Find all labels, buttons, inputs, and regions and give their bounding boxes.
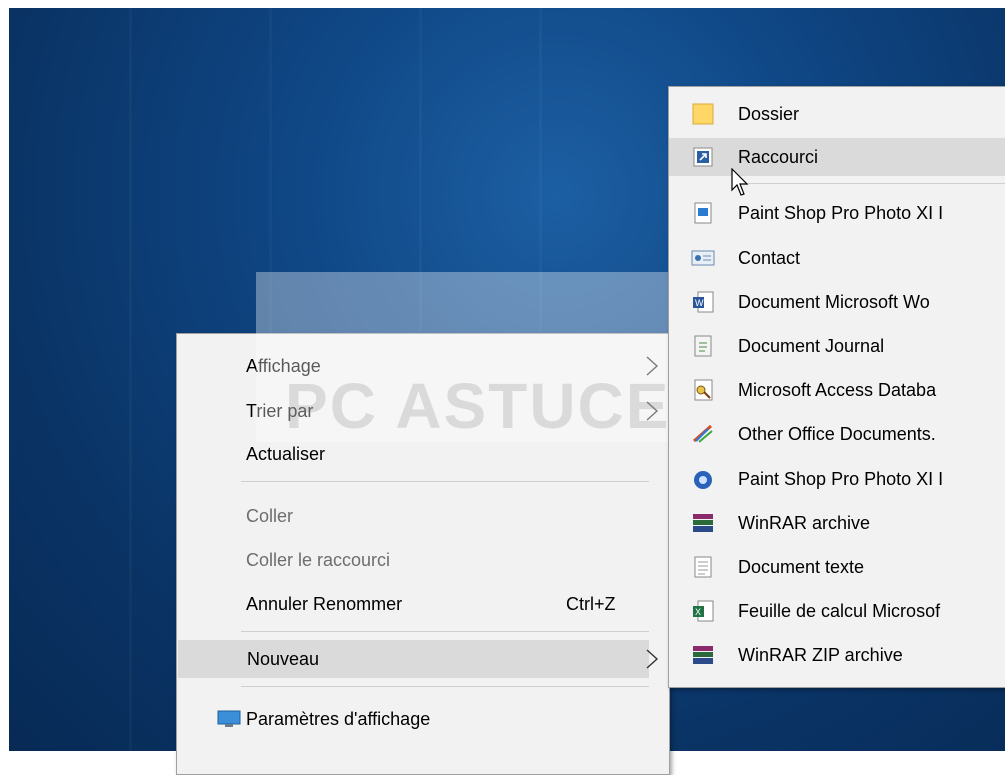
menu-item-label: Actualiser <box>246 443 326 464</box>
submenu-item-label: Raccourci <box>738 146 819 167</box>
winrar-icon <box>693 514 713 532</box>
menu-item-annuler-renommer[interactable]: Annuler Renommer Ctrl+Z <box>177 585 669 623</box>
submenu-item-excel[interactable]: X Feuille de calcul Microsof <box>669 592 1005 630</box>
menu-item-coller[interactable]: Coller <box>177 497 669 535</box>
menu-item-label: Coller <box>246 505 294 526</box>
menu-separator <box>737 183 1005 184</box>
submenu-item-psp-image[interactable]: Paint Shop Pro Photo XI I <box>669 194 1005 232</box>
excel-sheet-icon: X <box>693 600 714 622</box>
submenu-item-label: Paint Shop Pro Photo XI I <box>738 202 944 223</box>
menu-item-label: Paramètres d'affichage <box>246 708 431 729</box>
display-settings-icon <box>217 710 241 727</box>
shortcut-text: Ctrl+Z <box>566 593 616 614</box>
submenu-item-label: Other Office Documents. <box>738 423 936 444</box>
access-database-icon <box>694 379 713 401</box>
menu-item-label: Annuler Renommer <box>246 593 403 614</box>
watermark-logo: PC ASTUCES <box>285 370 716 442</box>
submenu-item-label: Feuille de calcul Microsof <box>738 600 941 621</box>
submenu-item-label: Document Microsoft Wo <box>738 291 930 312</box>
menu-item-coller-raccourci[interactable]: Coller le raccourci <box>177 541 669 579</box>
submenu-item-contact[interactable]: Contact <box>669 239 1005 277</box>
submenu-item-winrar-zip[interactable]: WinRAR ZIP archive <box>669 636 1005 674</box>
submenu-item-dossier[interactable]: Dossier <box>669 95 1005 133</box>
svg-text:W: W <box>695 298 704 308</box>
submenu-item-label: Document texte <box>738 556 865 577</box>
submenu-item-text-document[interactable]: Document texte <box>669 548 1005 586</box>
chevron-right-icon <box>646 649 659 669</box>
menu-item-nouveau[interactable]: Nouveau <box>178 640 659 678</box>
menu-separator <box>241 686 649 687</box>
mouse-pointer-icon <box>731 168 749 196</box>
menu-separator <box>241 631 649 632</box>
menu-separator <box>241 481 649 482</box>
submenu-item-label: Document Journal <box>738 335 885 356</box>
menu-item-label: Nouveau <box>247 648 320 669</box>
text-document-icon <box>694 556 712 578</box>
submenu-item-label: Paint Shop Pro Photo XI I <box>738 468 944 489</box>
menu-item-label: Coller le raccourci <box>246 549 391 570</box>
svg-text:X: X <box>695 607 701 617</box>
psp-app-icon <box>694 471 712 489</box>
menu-item-parametres-affichage[interactable]: Paramètres d'affichage <box>177 700 669 738</box>
submenu-item-raccourci[interactable]: Raccourci <box>669 138 1005 176</box>
new-submenu: Dossier Raccourci Paint Shop Pro Photo X… <box>668 86 1005 688</box>
submenu-item-winrar[interactable]: WinRAR archive <box>669 504 1005 542</box>
submenu-item-label: Dossier <box>738 103 800 124</box>
psp-image-icon <box>694 202 712 224</box>
submenu-item-label: Contact <box>738 247 801 268</box>
submenu-item-other-office[interactable]: Other Office Documents. <box>669 415 1005 453</box>
submenu-item-word-document[interactable]: W Document Microsoft Wo <box>669 283 1005 321</box>
contact-card-icon <box>691 250 715 266</box>
submenu-item-label: Microsoft Access Databa <box>738 379 937 400</box>
submenu-item-access[interactable]: Microsoft Access Databa <box>669 371 1005 409</box>
submenu-item-psp-app[interactable]: Paint Shop Pro Photo XI I <box>669 460 1005 498</box>
submenu-item-label: WinRAR ZIP archive <box>738 644 903 665</box>
submenu-item-journal[interactable]: Document Journal <box>669 327 1005 365</box>
shortcut-icon <box>693 147 713 167</box>
office-documents-icon <box>693 424 713 443</box>
word-document-icon: W <box>693 291 714 313</box>
submenu-item-label: WinRAR archive <box>738 512 871 533</box>
journal-icon <box>694 335 712 357</box>
folder-icon <box>692 103 714 125</box>
winrar-zip-icon <box>693 646 713 664</box>
